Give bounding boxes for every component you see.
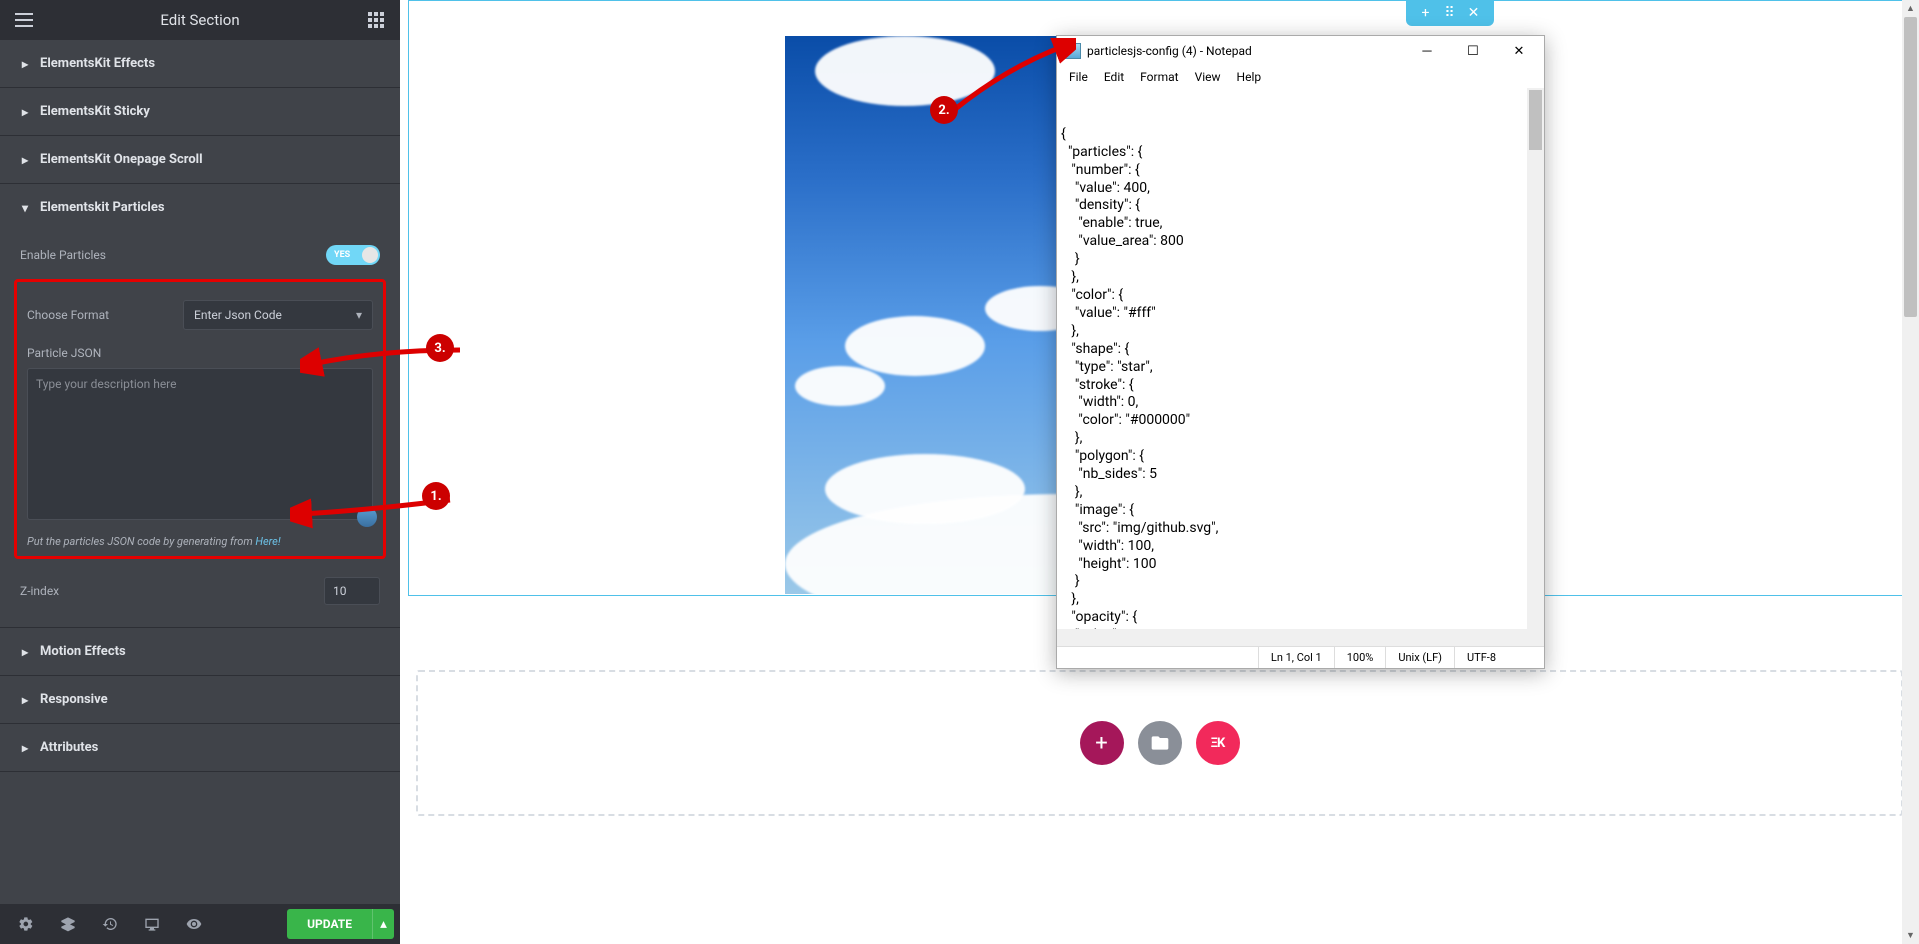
add-section-icon[interactable]: + xyxy=(1417,4,1435,22)
scrollbar-thumb[interactable] xyxy=(1529,90,1542,150)
caret-right-icon xyxy=(22,645,28,659)
enable-particles-toggle[interactable]: YES xyxy=(326,245,380,265)
scroll-down-arrow-icon[interactable]: ▼ xyxy=(1902,927,1919,944)
navigator-icon[interactable] xyxy=(48,904,88,944)
edit-section-icon[interactable]: ⠿ xyxy=(1441,4,1459,22)
update-button[interactable]: UPDATE xyxy=(287,909,372,939)
update-caret-button[interactable]: ▴ xyxy=(372,909,394,939)
menu-help[interactable]: Help xyxy=(1229,68,1270,86)
zindex-label: Z-index xyxy=(20,584,59,598)
add-new-section-area: + ΞK xyxy=(416,670,1903,816)
section-onepage[interactable]: ElementsKit Onepage Scroll xyxy=(0,136,400,183)
elementskit-button[interactable]: ΞK xyxy=(1196,721,1240,765)
section-responsive[interactable]: Responsive xyxy=(0,676,400,723)
section-sticky[interactable]: ElementsKit Sticky xyxy=(0,88,400,135)
chevron-down-icon xyxy=(356,308,362,322)
minimize-button[interactable]: ─ xyxy=(1404,36,1450,66)
status-zoom: 100% xyxy=(1334,647,1386,668)
annotation-badge-3: 3. xyxy=(426,334,454,362)
elementor-panel: Edit Section ElementsKit Effects Element… xyxy=(0,0,400,944)
notepad-window: particlesjs-config (4) - Notepad ─ ☐ ✕ F… xyxy=(1056,35,1545,669)
notepad-app-icon xyxy=(1065,43,1081,59)
particle-json-hint: Put the particles JSON code by generatin… xyxy=(27,529,373,550)
menu-view[interactable]: View xyxy=(1187,68,1229,86)
panel-body: ElementsKit Effects ElementsKit Sticky E… xyxy=(0,40,400,904)
caret-right-icon xyxy=(22,693,28,707)
scrollbar-thumb[interactable] xyxy=(1904,17,1917,317)
notepad-title: particlesjs-config (4) - Notepad xyxy=(1087,44,1404,58)
caret-right-icon xyxy=(22,105,28,119)
panel-title: Edit Section xyxy=(160,11,239,29)
annotation-badge-2: 2. xyxy=(930,96,958,124)
preview-icon[interactable] xyxy=(174,904,214,944)
caret-right-icon xyxy=(22,153,28,167)
caret-down-icon xyxy=(22,201,28,215)
notepad-text-area[interactable]: { "particles": { "number": { "value": 40… xyxy=(1057,88,1544,646)
caret-right-icon xyxy=(22,57,28,71)
notepad-statusbar: Ln 1, Col 1 100% Unix (LF) UTF-8 xyxy=(1057,646,1544,668)
notepad-horizontal-scrollbar[interactable] xyxy=(1057,629,1527,646)
toggle-knob xyxy=(362,247,378,263)
add-section-button[interactable]: + xyxy=(1080,721,1124,765)
particle-json-textarea[interactable] xyxy=(27,368,373,520)
particles-content: Enable Particles YES Choose Format Enter… xyxy=(0,231,400,627)
panel-header: Edit Section xyxy=(0,0,400,40)
status-position: Ln 1, Col 1 xyxy=(1258,647,1334,668)
section-effects[interactable]: ElementsKit Effects xyxy=(0,40,400,87)
dynamic-tags-icon[interactable] xyxy=(357,507,377,527)
hamburger-icon[interactable] xyxy=(10,6,38,34)
menu-format[interactable]: Format xyxy=(1132,68,1186,86)
caret-right-icon xyxy=(22,741,28,755)
choose-format-select[interactable]: Enter Json Code xyxy=(183,300,373,330)
template-library-button[interactable] xyxy=(1138,721,1182,765)
section-particles[interactable]: Elementskit Particles xyxy=(0,184,400,231)
status-eol: Unix (LF) xyxy=(1385,647,1454,668)
close-button[interactable]: ✕ xyxy=(1496,36,1542,66)
history-icon[interactable] xyxy=(90,904,130,944)
menu-file[interactable]: File xyxy=(1061,68,1096,86)
choose-format-label: Choose Format xyxy=(27,308,109,322)
status-encoding: UTF-8 xyxy=(1454,647,1544,668)
panel-footer: UPDATE ▴ xyxy=(0,904,400,944)
notepad-menubar: File Edit Format View Help xyxy=(1057,66,1544,88)
section-motion[interactable]: Motion Effects xyxy=(0,628,400,675)
here-link[interactable]: Here! xyxy=(255,535,280,548)
enable-particles-label: Enable Particles xyxy=(20,248,106,262)
menu-edit[interactable]: Edit xyxy=(1096,68,1132,86)
annotation-red-box: Choose Format Enter Json Code Particle J… xyxy=(14,279,386,559)
section-handle: + ⠿ ✕ xyxy=(1406,0,1494,26)
scroll-up-arrow-icon[interactable]: ▲ xyxy=(1902,0,1919,17)
widgets-grid-icon[interactable] xyxy=(362,6,390,34)
delete-section-icon[interactable]: ✕ xyxy=(1465,4,1483,22)
notepad-vertical-scrollbar[interactable] xyxy=(1527,88,1544,646)
zindex-input[interactable] xyxy=(324,577,380,605)
settings-icon[interactable] xyxy=(6,904,46,944)
main-scrollbar[interactable]: ▲ ▼ xyxy=(1902,0,1919,944)
particle-json-label: Particle JSON xyxy=(27,346,373,360)
section-attributes[interactable]: Attributes xyxy=(0,724,400,771)
notepad-content: { "particles": { "number": { "value": 40… xyxy=(1061,126,1540,646)
notepad-titlebar[interactable]: particlesjs-config (4) - Notepad ─ ☐ ✕ xyxy=(1057,36,1544,66)
annotation-badge-1: 1. xyxy=(422,482,450,510)
responsive-icon[interactable] xyxy=(132,904,172,944)
maximize-button[interactable]: ☐ xyxy=(1450,36,1496,66)
